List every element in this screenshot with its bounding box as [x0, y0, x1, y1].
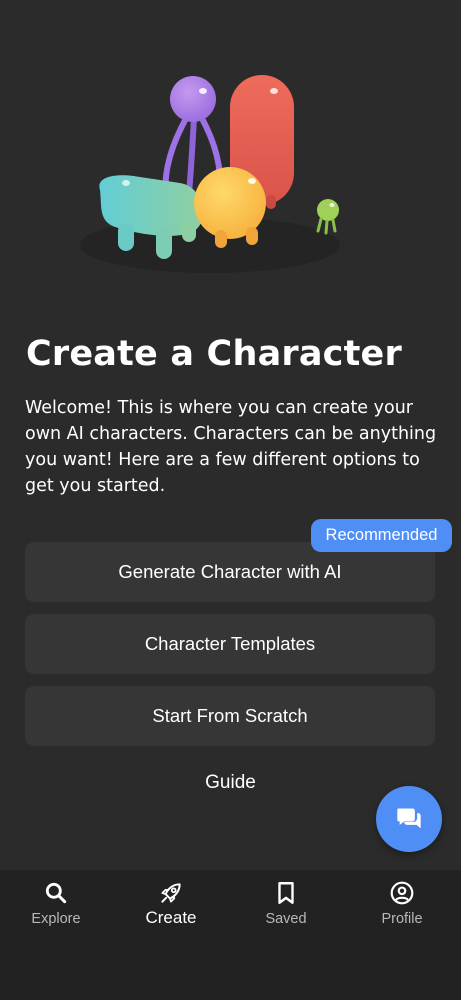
nav-label-saved: Saved	[265, 911, 307, 927]
user-circle-icon	[390, 881, 414, 905]
nav-item-explore[interactable]: Explore	[6, 880, 106, 927]
chat-bubbles-icon	[397, 808, 421, 829]
character-templates-label: Character Templates	[144, 633, 316, 654]
bottom-nav: Explore Create Saved Profile	[0, 870, 461, 1000]
nav-item-create[interactable]: Create	[121, 880, 221, 928]
nav-item-saved[interactable]: Saved	[236, 880, 336, 927]
character-templates-button[interactable]: Character Templates	[25, 614, 435, 674]
bookmark-icon	[278, 882, 294, 904]
nav-label-create: Create	[145, 908, 197, 927]
nav-label-profile: Profile	[381, 911, 423, 927]
start-from-scratch-button[interactable]: Start From Scratch	[25, 686, 435, 746]
page-title: Create a Character	[26, 334, 402, 374]
recommended-badge: Recommended	[311, 519, 452, 552]
rocket-icon	[161, 883, 181, 903]
start-from-scratch-label: Start From Scratch	[152, 705, 308, 726]
intro-text: Welcome! This is where you can create yo…	[25, 398, 437, 496]
search-icon	[45, 882, 67, 904]
nav-label-explore: Explore	[31, 911, 81, 927]
hero-illustration	[80, 75, 340, 273]
generate-with-ai-label: Generate Character with AI	[118, 561, 342, 582]
chat-fab-button[interactable]	[376, 786, 442, 852]
nav-item-profile[interactable]: Profile	[352, 880, 452, 927]
